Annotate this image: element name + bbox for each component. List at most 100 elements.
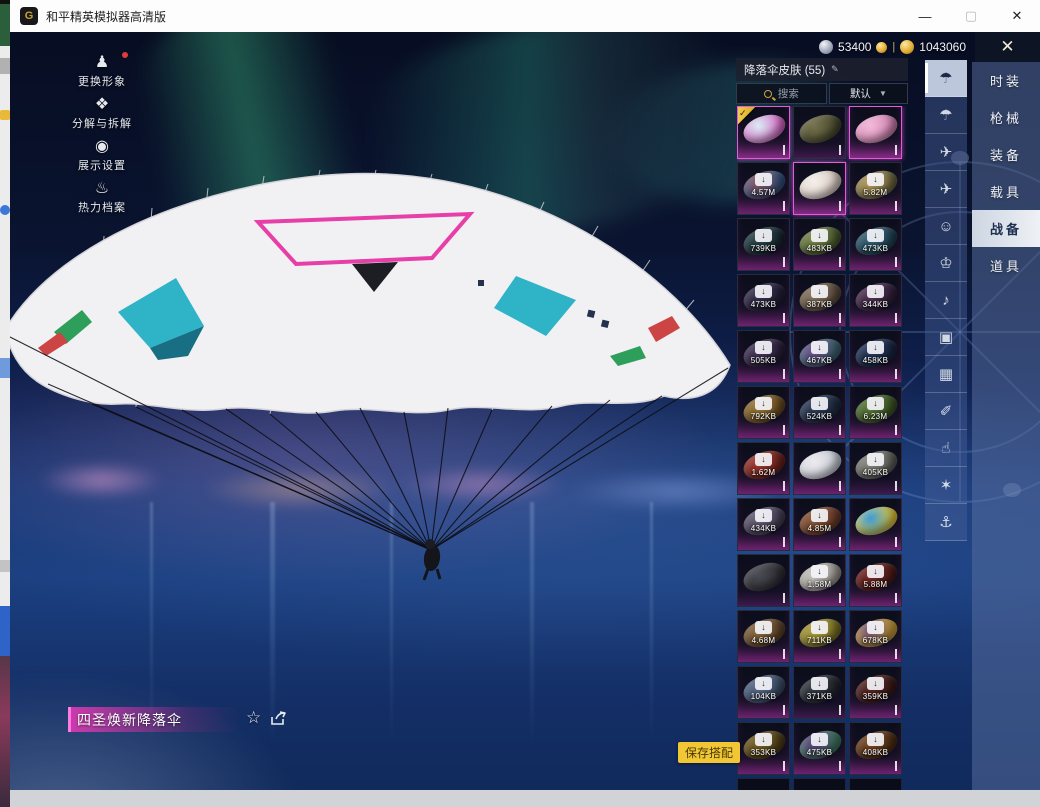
grid-item[interactable]: ↓ 4.57M <box>737 162 790 215</box>
strip-parachute-icon[interactable]: ☂ <box>925 60 967 97</box>
grid-item[interactable]: ↓ 524KB <box>793 386 846 439</box>
tab-装备[interactable]: 装备 <box>972 136 1040 173</box>
strip-wand-icon[interactable]: ✶ <box>925 467 967 504</box>
sort-dropdown[interactable]: 默认 ▼ <box>828 83 908 104</box>
grid-item[interactable]: ↓ 359KB <box>849 666 902 719</box>
tab-战备[interactable]: 战备 <box>972 210 1040 247</box>
grid-item[interactable]: ↓ 483KB <box>793 218 846 271</box>
grid-item[interactable]: ↓ 408KB <box>849 722 902 775</box>
close-window-button[interactable]: ✕ <box>994 0 1040 32</box>
close-screen-button[interactable]: ✕ <box>975 32 1040 62</box>
strip-glider-icon[interactable]: ☂ <box>925 97 967 134</box>
strip-helicopter-icon[interactable]: ✈ <box>925 134 967 171</box>
tab-时装[interactable]: 时装 <box>972 62 1040 99</box>
tab-道具[interactable]: 道具 <box>972 247 1040 284</box>
download-size: 4.68M <box>751 636 776 645</box>
grid-item[interactable] <box>737 778 790 790</box>
download-badge: ↓ 483KB <box>794 229 845 253</box>
strip-raft-icon[interactable]: ⚓ <box>925 504 967 541</box>
grid-item[interactable]: ↓ 467KB <box>793 330 846 383</box>
maximize-button[interactable]: ▢ <box>948 0 994 32</box>
grid-item[interactable]: ↓ 434KB <box>737 498 790 551</box>
quality-tick <box>839 369 841 379</box>
grid-item[interactable]: ↓ 5.88M <box>849 554 902 607</box>
download-icon: ↓ <box>811 285 828 298</box>
grid-item[interactable]: ↓ 4.85M <box>793 498 846 551</box>
download-badge: ↓ 4.68M <box>738 621 789 645</box>
grid-item[interactable] <box>849 106 902 159</box>
grid-item[interactable]: ↓ 458KB <box>849 330 902 383</box>
strip-airplane-icon[interactable]: ✈ <box>925 171 967 208</box>
grid-item[interactable] <box>793 106 846 159</box>
strip-gesture-icon[interactable]: ☝ <box>925 430 967 467</box>
download-size: 524KB <box>806 412 833 421</box>
grid-item[interactable] <box>793 162 846 215</box>
strip-gallery-icon[interactable]: ▦ <box>925 356 967 393</box>
airplane-icon: ✈ <box>939 181 953 198</box>
grid-item[interactable]: ↓ 1.62M <box>737 442 790 495</box>
quality-tick <box>839 257 841 267</box>
download-badge: ↓ 5.82M <box>850 173 901 197</box>
grid-item[interactable]: ↓ 473KB <box>737 274 790 327</box>
tab-枪械[interactable]: 枪械 <box>972 99 1040 136</box>
strip-speaker-icon[interactable]: ♪ <box>925 282 967 319</box>
grid-item-selected[interactable]: ✓ <box>737 106 790 159</box>
grid-item[interactable] <box>849 498 902 551</box>
tab-载具[interactable]: 载具 <box>972 173 1040 210</box>
share-icon[interactable] <box>270 711 288 726</box>
strip-spray-icon[interactable]: ✐ <box>925 393 967 430</box>
download-icon: ↓ <box>867 453 884 466</box>
minimize-button[interactable]: — <box>902 0 948 32</box>
quality-tick <box>783 537 785 547</box>
search-input[interactable]: 搜索 <box>736 83 827 104</box>
grid-item[interactable]: ↓ 739KB <box>737 218 790 271</box>
parachute-preview[interactable] <box>10 160 740 590</box>
decompose-icon: ❖ <box>94 96 110 113</box>
favorite-star-icon[interactable]: ☆ <box>246 708 261 728</box>
quality-tick <box>839 145 841 155</box>
grid-item[interactable] <box>737 554 790 607</box>
quality-tick <box>895 537 897 547</box>
notification-dot <box>122 52 128 58</box>
grid-item[interactable]: ↓ 5.82M <box>849 162 902 215</box>
grid-item[interactable] <box>793 442 846 495</box>
parachute-thumb <box>740 111 789 147</box>
titlebar: G 和平精英模拟器高清版 — ▢ ✕ <box>10 0 1040 32</box>
grid-item[interactable] <box>849 778 902 790</box>
strip-emote-icon[interactable]: ☺ <box>925 208 967 245</box>
grid-item[interactable]: ↓ 344KB <box>849 274 902 327</box>
menu-item-decompose[interactable]: ❖ 分解与拆解 <box>56 96 148 131</box>
strip-screen-icon[interactable]: ▣ <box>925 319 967 356</box>
grid-item[interactable]: ↓ 505KB <box>737 330 790 383</box>
grid-item[interactable]: ↓ 711KB <box>793 610 846 663</box>
save-outfit-button[interactable]: 保存搭配 <box>678 742 740 763</box>
download-badge: ↓ 405KB <box>850 453 901 477</box>
grid-item[interactable]: ↓ 6.23M <box>849 386 902 439</box>
strip-helmet-icon[interactable]: ♔ <box>925 245 967 282</box>
quality-tick <box>895 705 897 715</box>
grid-item[interactable]: ↓ 353KB <box>737 722 790 775</box>
menu-item-display-settings[interactable]: ◉ 展示设置 <box>56 138 148 173</box>
download-icon: ↓ <box>811 677 828 690</box>
download-size: 475KB <box>806 748 833 757</box>
quality-tick <box>839 425 841 435</box>
download-size: 344KB <box>862 300 889 309</box>
grid-item[interactable] <box>793 778 846 790</box>
grid-item[interactable]: ↓ 387KB <box>793 274 846 327</box>
grid-item[interactable]: ↓ 475KB <box>793 722 846 775</box>
grid-item[interactable]: ↓ 4.68M <box>737 610 790 663</box>
grid-item[interactable]: ↓ 405KB <box>849 442 902 495</box>
grid-item[interactable]: ↓ 792KB <box>737 386 790 439</box>
download-icon: ↓ <box>811 229 828 242</box>
sort-value: 默认 <box>849 88 871 100</box>
menu-item-change-appearance[interactable]: ♟ 更换形象 <box>56 52 148 89</box>
grid-item[interactable]: ↓ 371KB <box>793 666 846 719</box>
grid-item[interactable]: ↓ 1.58M <box>793 554 846 607</box>
grid-item[interactable]: ↓ 104KB <box>737 666 790 719</box>
grid-item[interactable]: ↓ 678KB <box>849 610 902 663</box>
grid-item[interactable]: ↓ 473KB <box>849 218 902 271</box>
window-title: 和平精英模拟器高清版 <box>46 9 167 24</box>
download-size: 711KB <box>807 636 832 645</box>
menu-item-heat-profile[interactable]: ♨ 热力档案 <box>56 180 148 215</box>
download-icon: ↓ <box>867 397 884 410</box>
